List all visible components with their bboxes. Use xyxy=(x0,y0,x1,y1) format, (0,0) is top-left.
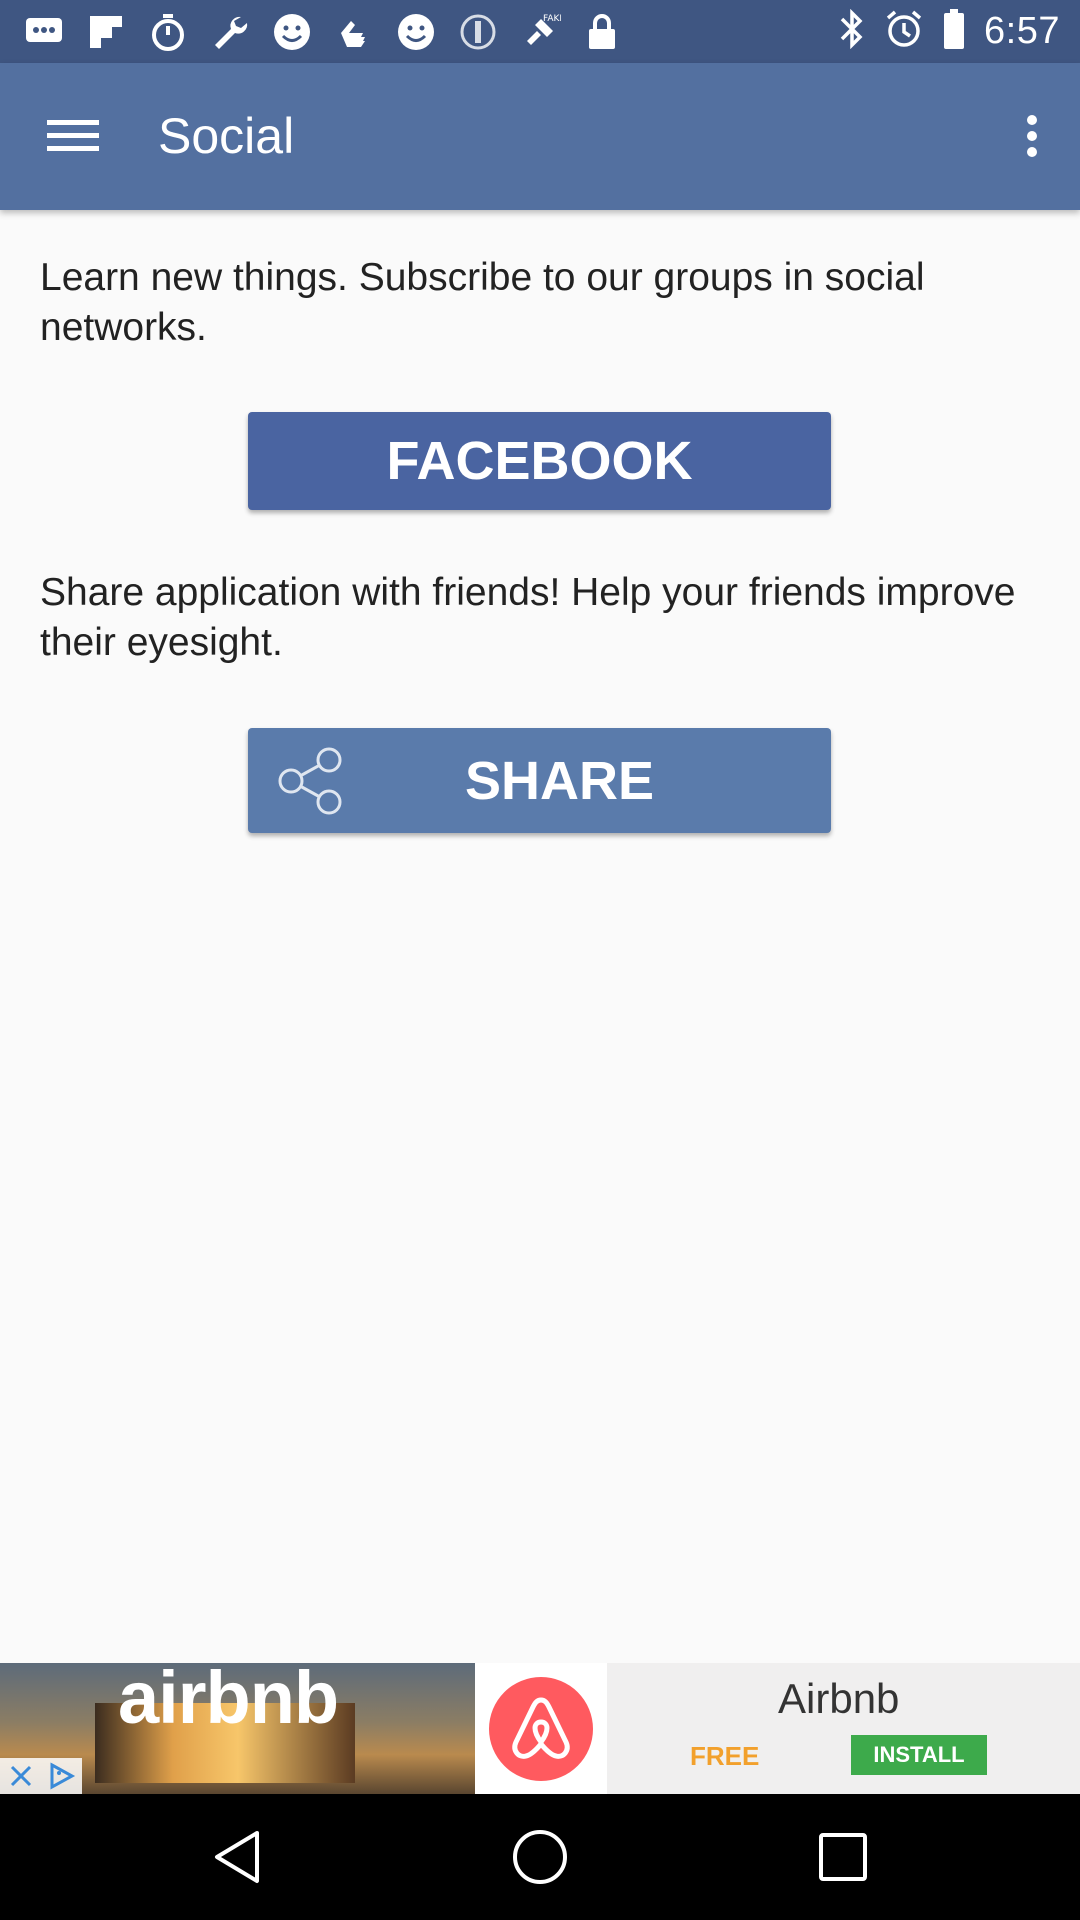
airbnb-logo-icon xyxy=(475,1663,607,1794)
hand-icon xyxy=(332,10,376,54)
system-icons: 6:57 xyxy=(838,8,1060,54)
bluetooth-icon xyxy=(838,8,866,54)
svg-text:FAKE: FAKE xyxy=(543,14,561,24)
app-toolbar: Social xyxy=(0,63,1080,210)
page-title: Social xyxy=(158,108,295,164)
status-bar: FAKE 6:57 xyxy=(0,0,1080,63)
notification-icons: FAKE xyxy=(22,9,624,55)
share-button[interactable]: SHARE xyxy=(248,728,831,833)
ad-title: Airbnb xyxy=(778,1675,900,1722)
ad-price-label: FREE xyxy=(690,1741,760,1771)
battery-icon xyxy=(942,8,966,55)
ad-choices xyxy=(0,1758,82,1794)
adchoices-icon[interactable] xyxy=(41,1758,82,1794)
subscribe-text: Learn new things. Subscribe to our group… xyxy=(40,256,925,349)
circle-icon xyxy=(456,10,500,54)
share-text: Share application with friends! Help you… xyxy=(40,571,1016,664)
back-icon[interactable] xyxy=(204,1824,270,1890)
flipboard-icon xyxy=(84,10,128,54)
navigation-bar xyxy=(0,1794,1080,1920)
smiley-icon xyxy=(270,10,314,54)
close-icon[interactable] xyxy=(0,1758,41,1794)
ad-install-button[interactable]: INSTALL xyxy=(851,1735,987,1775)
clock: 6:57 xyxy=(984,9,1060,52)
wrench-icon xyxy=(208,10,252,54)
share-icon xyxy=(273,746,345,816)
ad-banner[interactable]: airbnb Airbnb FREE INSTALL xyxy=(0,1663,1080,1794)
menu-icon[interactable] xyxy=(40,103,106,169)
stopwatch-icon xyxy=(146,10,190,54)
recent-apps-icon[interactable] xyxy=(810,1824,876,1890)
message-icon xyxy=(22,10,66,54)
share-button-label: SHARE xyxy=(464,750,655,811)
smiley-icon xyxy=(394,10,438,54)
more-options-icon[interactable] xyxy=(1002,101,1062,171)
facebook-button-label: FACEBOOK xyxy=(386,431,693,491)
main-content: Learn new things. Subscribe to our group… xyxy=(0,210,1080,1663)
fake-gps-icon: FAKE xyxy=(518,10,562,54)
home-icon[interactable] xyxy=(507,1824,573,1890)
facebook-button[interactable]: FACEBOOK xyxy=(248,412,831,510)
lock-icon xyxy=(580,10,624,54)
alarm-icon xyxy=(884,9,924,54)
ad-brand-logo-text: airbnb xyxy=(118,1663,339,1739)
